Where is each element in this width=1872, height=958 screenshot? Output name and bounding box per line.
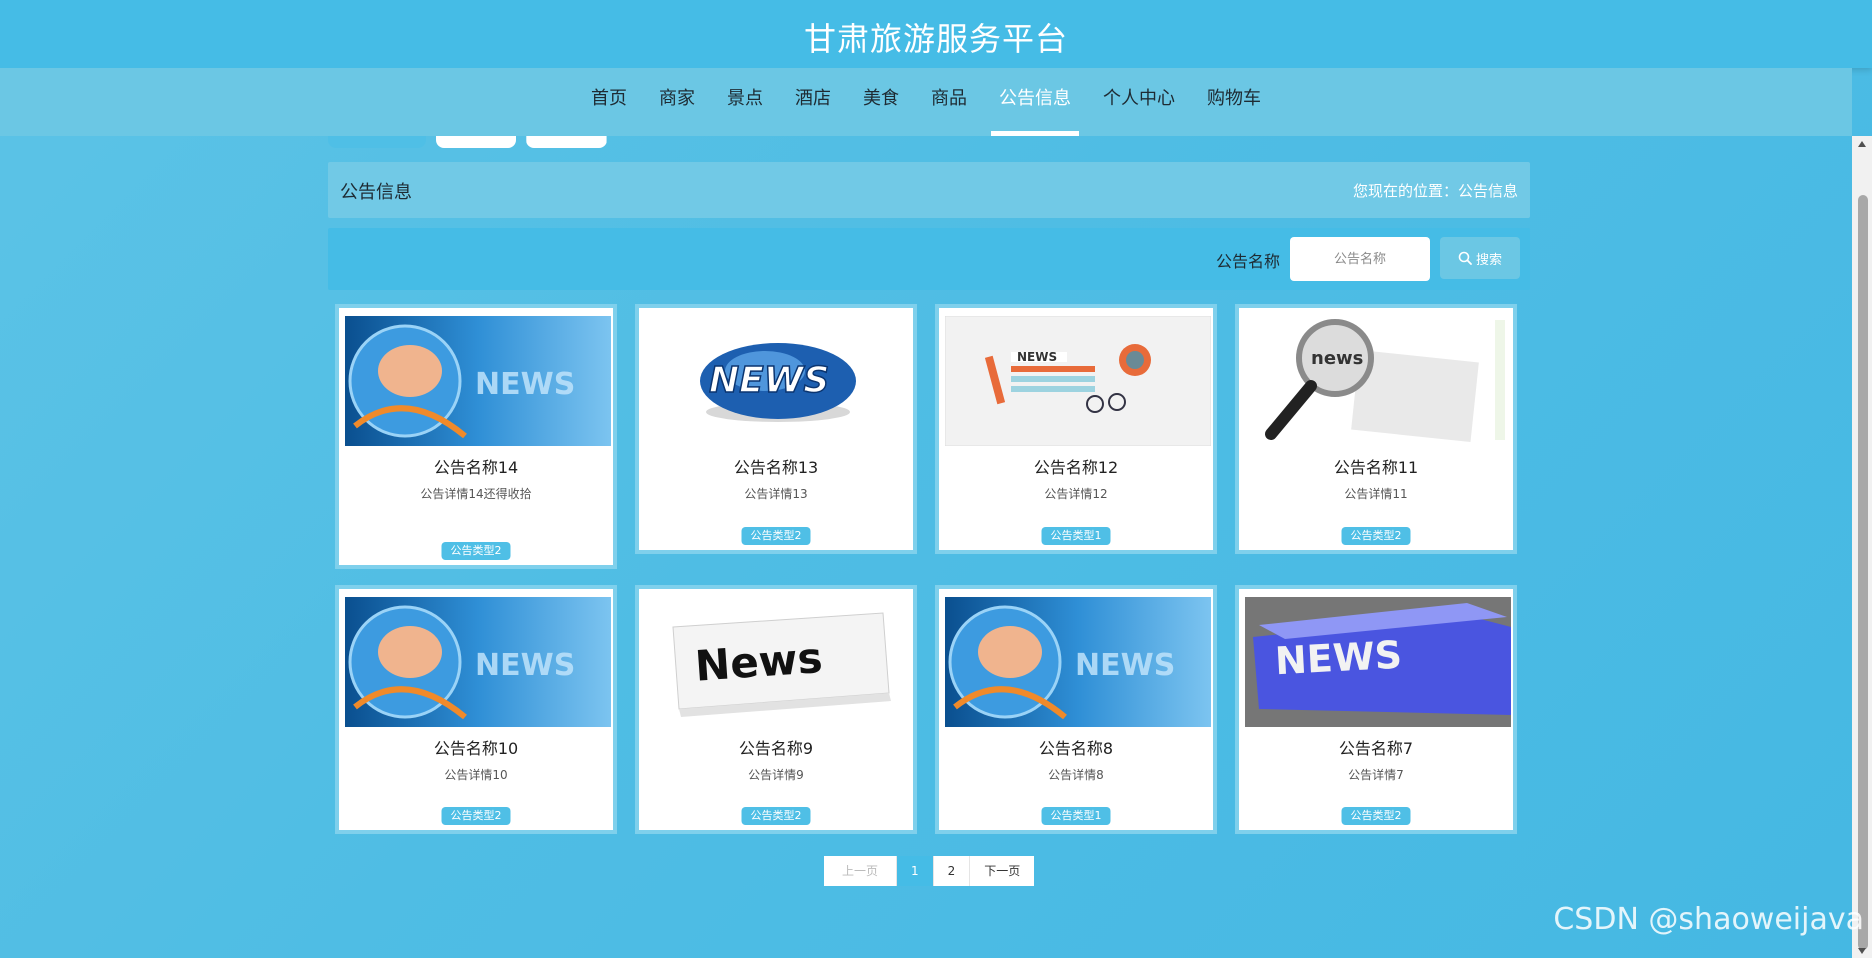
page-button-1[interactable]: 1 <box>896 856 933 886</box>
card-desc: 公告详情11 <box>1344 487 1408 501</box>
news-globe-3d-image: NEWS <box>645 316 911 446</box>
svg-text:NEWS: NEWS <box>1017 350 1057 364</box>
announcement-card[interactable]: News 公告名称9 公告详情9 公告类型2 <box>635 585 917 834</box>
svg-text:News: News <box>693 633 824 691</box>
card-tag: 公告类型2 <box>741 527 811 545</box>
nav-item-cart[interactable]: 购物车 <box>1191 68 1277 136</box>
card-tag: 公告类型2 <box>741 807 811 825</box>
page-title: 公告信息 <box>340 182 412 203</box>
svg-text:NEWS: NEWS <box>1075 648 1175 683</box>
nav-item-food[interactable]: 美食 <box>847 68 915 136</box>
card-title: 公告名称7 <box>1338 739 1414 758</box>
svg-text:NEWS: NEWS <box>475 367 575 402</box>
card-title: 公告名称9 <box>738 739 814 758</box>
news-globe-blue-image: NEWS <box>945 597 1211 727</box>
announcement-card[interactable]: NEWS 公告名称12 公告详情12 公告类型1 <box>935 304 1217 554</box>
card-tag: 公告类型2 <box>441 542 511 560</box>
nav-item-announcements[interactable]: 公告信息 <box>983 68 1087 136</box>
card-tag: 公告类型2 <box>1341 807 1411 825</box>
news-flat-illustration-image: NEWS <box>945 316 1211 446</box>
svg-text:NEWS: NEWS <box>475 648 575 683</box>
scroll-thumb[interactable] <box>1858 195 1868 950</box>
nav-item-home[interactable]: 首页 <box>575 68 643 136</box>
watermark: CSDN @shaoweijava <box>1553 902 1864 937</box>
card-title: 公告名称12 <box>1033 458 1119 477</box>
card-title: 公告名称10 <box>433 739 519 758</box>
announcement-card[interactable]: NEWS 公告名称13 公告详情13 公告类型2 <box>635 304 917 554</box>
page-button-2[interactable]: 2 <box>932 856 970 886</box>
card-title: 公告名称13 <box>733 458 819 477</box>
card-desc: 公告详情13 <box>744 487 808 501</box>
svg-text:NEWS: NEWS <box>709 360 829 401</box>
news-globe-blue-image: NEWS <box>345 597 611 727</box>
nav-item-attractions[interactable]: 景点 <box>711 68 779 136</box>
card-desc: 公告详情14还得收拾 <box>420 487 532 501</box>
nav-item-merchants[interactable]: 商家 <box>643 68 711 136</box>
card-tag: 公告类型2 <box>441 807 511 825</box>
top-header: 甘肃旅游服务平台 <box>0 0 1872 68</box>
card-desc: 公告详情7 <box>1348 768 1404 782</box>
breadcrumb-location: 您现在的位置：公告信息 <box>1352 182 1518 200</box>
announcement-card[interactable]: NEWS 公告名称8 公告详情8 公告类型1 <box>935 585 1217 834</box>
announcement-card[interactable]: NEWS 公告名称7 公告详情7 公告类型2 <box>1235 585 1517 834</box>
card-tag: 公告类型1 <box>1041 527 1111 545</box>
newspaper-image: News <box>645 597 911 727</box>
svg-text:NEWS: NEWS <box>1274 633 1403 684</box>
search-button[interactable]: 搜索 <box>1440 237 1520 279</box>
search-label: 公告名称 <box>1215 252 1280 271</box>
card-desc: 公告详情9 <box>748 768 804 782</box>
announcement-card[interactable]: news 公告名称11 公告详情11 公告类型2 <box>1235 304 1517 554</box>
card-title: 公告名称11 <box>1333 458 1419 477</box>
news-magnifier-image: news <box>1245 316 1511 446</box>
card-title: 公告名称14 <box>433 458 519 477</box>
nav-item-hotels[interactable]: 酒店 <box>779 68 847 136</box>
scroll-up-arrow-icon[interactable] <box>1858 141 1866 147</box>
search-input[interactable] <box>1290 237 1430 281</box>
news-globe-blue-image: NEWS <box>345 316 611 446</box>
pagination: 上一页 1 2 下一页 <box>824 856 1035 886</box>
svg-text:news: news <box>1311 348 1363 369</box>
card-desc: 公告详情8 <box>1048 768 1104 782</box>
announcement-card[interactable]: NEWS 公告名称14 公告详情14还得收拾 公告类型2 <box>335 304 617 569</box>
card-tag: 公告类型1 <box>1041 807 1111 825</box>
site-title: 甘肃旅游服务平台 <box>803 20 1068 58</box>
card-title: 公告名称8 <box>1038 739 1114 758</box>
search-bar: 公告名称 搜索 <box>328 228 1530 290</box>
nav-item-products[interactable]: 商品 <box>915 68 983 136</box>
announcement-card[interactable]: NEWS 公告名称10 公告详情10 公告类型2 <box>335 585 617 834</box>
search-button-label: 搜索 <box>1475 252 1502 268</box>
prev-page-button[interactable]: 上一页 <box>824 856 897 886</box>
card-desc: 公告详情12 <box>1044 487 1108 501</box>
main-nav: 首页 商家 景点 酒店 美食 商品 公告信息 个人中心 购物车 <box>0 68 1852 136</box>
next-page-button[interactable]: 下一页 <box>969 856 1035 886</box>
nav-item-personal-center[interactable]: 个人中心 <box>1087 68 1191 136</box>
news-keyboard-key-image: NEWS <box>1245 597 1511 727</box>
breadcrumb: 公告信息 您现在的位置：公告信息 <box>328 162 1530 218</box>
scroll-down-arrow-icon[interactable] <box>1858 948 1866 954</box>
card-desc: 公告详情10 <box>444 768 508 782</box>
search-icon <box>1458 251 1472 265</box>
card-tag: 公告类型2 <box>1341 527 1411 545</box>
